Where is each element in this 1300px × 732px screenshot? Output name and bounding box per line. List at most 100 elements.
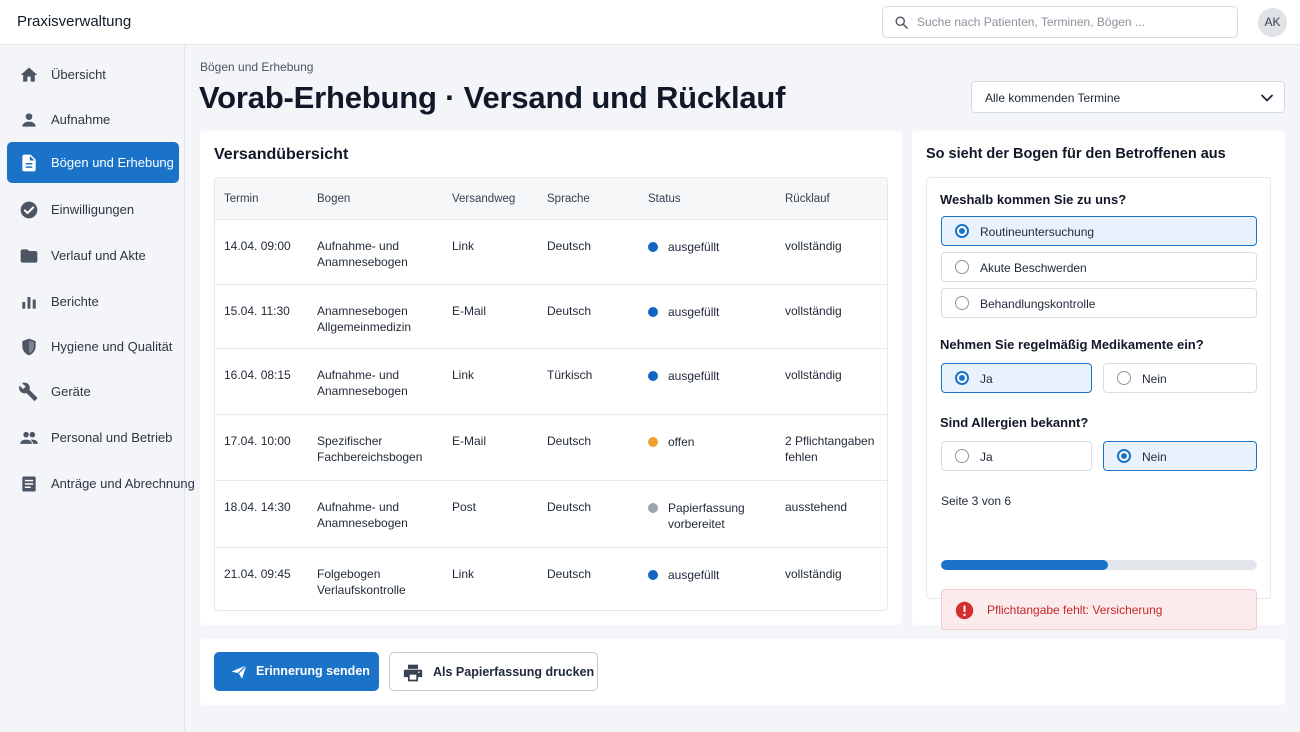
cell-text: Link [452,239,475,253]
option-label: Behandlungskontrolle [980,297,1096,311]
option-medication-ja[interactable]: Ja [941,363,1092,393]
cell-sprache: Deutsch [547,499,591,515]
cell-text: Aufnahme- und [317,500,400,514]
column-header-bogen: Bogen [317,193,351,205]
radio-icon [955,296,969,310]
table-row[interactable]: 18.04. 14:30 Aufnahme- und Anamnesebogen Po… [215,481,887,548]
cell-text: 2 Pflichtangaben [785,434,875,448]
option-allergies-nein[interactable]: Nein [1103,441,1257,471]
print-paper-button[interactable]: Als Papierfassung drucken [389,652,598,691]
cell-text: Türkisch [547,368,593,382]
cell-status: ausgefüllt [668,239,719,255]
overview-card: Versandübersicht Termin Bogen Versandweg… [200,131,902,625]
sidebar-item-antraege-und-abrechnung[interactable]: Anträge und Abrechnung [7,463,195,504]
check-circle-icon [20,201,38,219]
cell-text: ausgefüllt [668,240,720,254]
table-row[interactable]: 14.04. 09:00 Aufnahme- und Anamnesebogen Li… [215,220,887,285]
cell-termin: 17.04. 10:00 [224,433,291,449]
table-row[interactable]: 16.04. 08:15 Aufnahme- und Anamnesebogen Li… [215,349,887,415]
cell-bogen: Spezifischer Fachbereichsbogen [317,433,422,465]
sidebar-item-label: Übersicht [51,67,106,82]
person-icon [22,113,36,127]
cell-ruecklauf: vollständig [785,566,842,582]
actions-bar: Erinnerung senden Als Papierfassung druc… [200,639,1285,705]
form-preview: Weshalb kommen Sie zu uns? Routineunters… [926,177,1271,630]
cell-bogen: Folgebogen Verlaufskontrolle [317,566,406,598]
shield-icon [22,338,36,356]
option-label: Ja [980,372,993,386]
cell-text: vollständig [785,239,842,253]
cell-termin: 15.04. 11:30 [224,303,290,319]
cell-termin: 16.04. 08:15 [224,367,291,383]
cell-text: 15.04. 11:30 [224,304,290,318]
cell-sprache: Deutsch [547,303,591,319]
status-dot-icon [648,437,658,447]
search-icon [895,16,908,29]
send-reminder-button[interactable]: Erinnerung senden [214,652,379,691]
cell-versandweg: Post [452,499,476,515]
cell-text: Allgemeinmedizin [317,320,412,334]
appointment-filter-select[interactable]: Alle kommenden Termine [971,81,1285,113]
search-box[interactable] [882,6,1238,38]
breadcrumb[interactable]: Bögen und Erhebung [200,60,313,74]
cell-text: Anamnesebogen [317,516,408,530]
sidebar-item-label: Geräte [51,384,91,399]
cell-versandweg: E-Mail [452,433,486,449]
option-allergies-ja[interactable]: Ja [941,441,1092,471]
cell-bogen: Aufnahme- und Anamnesebogen [317,238,408,270]
cell-text: Verlaufskontrolle [317,583,406,597]
sidebar-item-einwilligungen[interactable]: Einwilligungen [7,189,179,230]
error-icon [955,601,974,620]
table-row[interactable]: 15.04. 11:30 Anamnesebogen Allgemeinmedizi… [215,285,887,349]
table-header: Termin Bogen Versandweg Sprache Status R… [215,178,887,220]
cell-termin: 14.04. 09:00 [224,238,291,254]
option-akute-beschwerden[interactable]: Akute Beschwerden [941,252,1257,282]
radio-icon [955,371,969,385]
column-header-versandweg: Versandweg [452,193,516,205]
option-behandlungskontrolle[interactable]: Behandlungskontrolle [941,288,1257,318]
search-input[interactable] [917,8,1229,36]
table-row[interactable]: 17.04. 10:00 Spezifischer Fachbereichsboge… [215,415,887,481]
sidebar-item-hygiene-und-qualitaet[interactable]: Hygiene und Qualität [7,326,179,367]
sidebar-item-berichte[interactable]: Berichte [7,281,179,322]
radio-icon [1117,449,1131,463]
sidebar-item-geraete[interactable]: Geräte [7,371,179,412]
question-allergies-label: Sind Allergien bekannt? [940,415,1089,430]
sidebar-item-verlauf-und-akte[interactable]: Verlauf und Akte [7,235,179,276]
column-header-ruecklauf: Rücklauf [785,193,830,205]
overview-table: Termin Bogen Versandweg Sprache Status R… [214,177,888,611]
cell-status: ausgefüllt [668,368,719,384]
cell-text: Anamnesebogen [317,304,408,318]
table-row[interactable]: 21.04. 09:45 Folgebogen Verlaufskontrolle L… [215,548,887,610]
radio-icon [1117,371,1131,385]
cell-sprache: Deutsch [547,238,591,254]
option-routineuntersuchung[interactable]: Routineuntersuchung [941,216,1257,246]
progress-fill [941,560,1109,570]
sidebar-item-aufnahme[interactable]: Aufnahme [7,99,179,140]
option-medication-nein[interactable]: Nein [1103,363,1257,393]
user-avatar[interactable]: AK [1258,8,1287,37]
bar-chart-icon [22,297,36,309]
cell-text: vollständig [785,304,842,318]
progress-bar [941,560,1257,570]
sidebar-item-boegen-und-erhebung[interactable]: Bögen und Erhebung [7,142,179,183]
status-dot-icon [648,307,658,317]
cell-text: Deutsch [547,500,592,514]
list-document-icon [22,476,36,492]
cell-bogen: Aufnahme- und Anamnesebogen [317,367,408,399]
option-label: Routineuntersuchung [980,225,1095,239]
appointment-filter-value: Alle kommenden Termine [985,91,1121,105]
cell-text: Aufnahme- und [317,239,400,253]
cell-text: vorbereitet [668,517,725,531]
cell-text: Deutsch [547,239,592,253]
column-header-termin: Termin [224,193,259,205]
cell-bogen: Anamnesebogen Allgemeinmedizin [317,303,411,335]
sidebar-item-uebersicht[interactable]: Übersicht [7,54,179,95]
sidebar-item-label: Einwilligungen [51,202,135,217]
cell-text: Anamnesebogen [317,384,408,398]
sidebar-item-personal-und-betrieb[interactable]: Personal und Betrieb [7,417,179,458]
page-indicator: Seite 3 von 6 [941,494,1012,508]
folder-icon [20,249,38,263]
validation-alert: Pflichtangabe fehlt: Versicherung [941,589,1257,630]
cell-versandweg: Link [452,367,474,383]
